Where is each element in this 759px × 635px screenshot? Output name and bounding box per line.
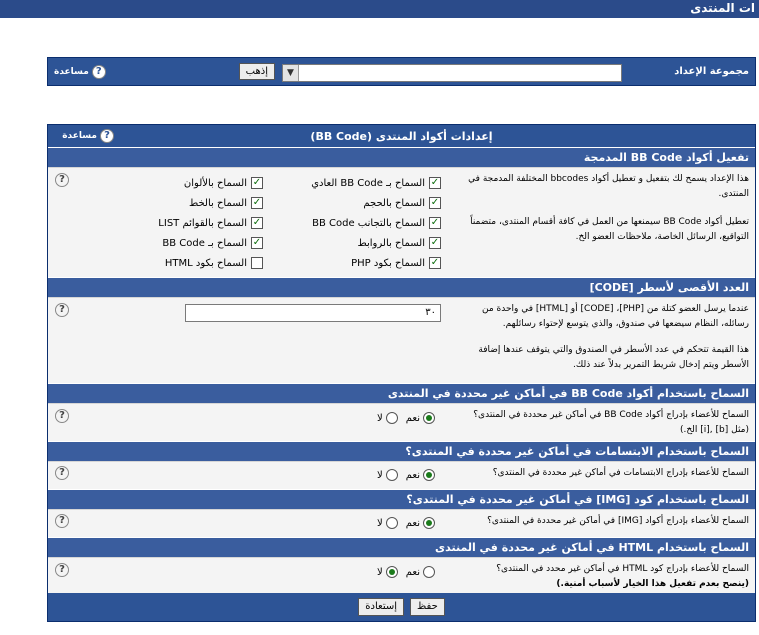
setting-description: السماح للأعضاء بإدراج أكواد BB Code في أ… bbox=[473, 410, 749, 435]
yes-no-radio: نعم لا bbox=[377, 469, 435, 481]
setting-group-selected: إعدادات أكواد المنتدى (BB Code) bbox=[451, 67, 617, 78]
checkbox-font[interactable]: ✓ السماح بالخط bbox=[189, 197, 263, 209]
setting-row: السماح للأعضاء بإدراج أكواد BB Code في أ… bbox=[48, 403, 755, 441]
setting-description: هذا القيمة تتحكم في عدد الأسطر في الصندو… bbox=[478, 345, 749, 370]
checkbox-grid: ✓ السماح بـ BB Code العادي ✓ السماح بالألو… bbox=[72, 168, 455, 277]
checkbox[interactable]: ✓ bbox=[429, 217, 441, 229]
max-code-lines-input[interactable]: ٣٠ bbox=[185, 304, 441, 322]
checkbox-links[interactable]: ✓ السماح بالروابط bbox=[358, 237, 441, 249]
checkbox-lists[interactable]: ✓ السماح بالقوائم LIST bbox=[158, 217, 263, 229]
section-heading: السماح باستخدام كود [IMG] في أماكن غير م… bbox=[48, 489, 755, 509]
setting-row: السماح للأعضاء بإدراج كود HTML في أماكن … bbox=[48, 557, 755, 593]
yes-no-radio: نعم لا bbox=[377, 566, 435, 578]
radio-yes[interactable] bbox=[423, 517, 435, 529]
setting-description: تعطيل أكواد BB Code سيمنعها من العمل في … bbox=[470, 217, 749, 242]
checkbox-normal-bbcode[interactable]: ✓ السماح بـ BB Code العادي bbox=[311, 177, 441, 189]
section-heading: السماح باستخدام أكواد BB Code في أماكن غ… bbox=[48, 383, 755, 403]
help-icon[interactable]: ? bbox=[100, 129, 115, 143]
help-icon[interactable]: ? bbox=[55, 466, 69, 480]
setting-row: السماح للأعضاء بإدراج الابتسامات في أماك… bbox=[48, 461, 755, 489]
checkbox[interactable]: ✓ bbox=[251, 237, 263, 249]
setting-group-label: مجموعة الإعداد bbox=[674, 66, 749, 77]
checkbox-html[interactable]: السماح بكود HTML bbox=[165, 257, 263, 269]
go-button[interactable]: إذهب bbox=[238, 63, 275, 80]
chevron-down-icon[interactable]: ▼ bbox=[283, 65, 299, 81]
help-icon[interactable]: ? bbox=[55, 303, 69, 317]
help-icon[interactable]: ? bbox=[55, 173, 69, 187]
checkbox-size[interactable]: ✓ السماح بالحجم bbox=[363, 197, 441, 209]
help-icon[interactable]: ? bbox=[55, 409, 69, 423]
form-footer: حفظ إستعادة bbox=[48, 593, 755, 621]
bbcode-settings-panel: إعدادات أكواد المنتدى (BB Code) ? مساعدة… bbox=[47, 124, 756, 622]
help-icon[interactable]: ? bbox=[91, 64, 106, 79]
setting-description: عندما يرسل العضو كتلة من [PHP]، [CODE] أ… bbox=[481, 304, 749, 329]
section-heading: السماح باستخدام HTML في أماكن غير محددة … bbox=[48, 537, 755, 557]
setting-description: السماح للأعضاء بإدراج كود HTML في أماكن … bbox=[496, 564, 749, 574]
section-heading: تفعيل أكواد BB Code المدمجة bbox=[48, 147, 755, 167]
setting-description: السماح للأعضاء بإدراج أكواد [IMG] في أما… bbox=[487, 516, 749, 526]
radio-no[interactable] bbox=[385, 412, 398, 424]
radio-yes[interactable] bbox=[423, 412, 435, 424]
checkbox[interactable]: ✓ bbox=[429, 237, 441, 249]
radio-yes[interactable] bbox=[423, 469, 435, 481]
checkbox[interactable]: ✓ bbox=[251, 177, 263, 189]
checkbox[interactable]: ✓ bbox=[429, 177, 441, 189]
radio-no[interactable] bbox=[385, 469, 398, 481]
help-link[interactable]: ? مساعدة bbox=[54, 64, 106, 79]
panel-title: إعدادات أكواد المنتدى (BB Code) bbox=[310, 129, 493, 143]
checkbox[interactable] bbox=[251, 257, 263, 269]
page-title: ات المنتدى bbox=[0, 0, 759, 18]
setting-group-select[interactable]: ▼ إعدادات أكواد المنتدى (BB Code) bbox=[282, 64, 622, 82]
radio-no[interactable] bbox=[385, 517, 398, 529]
yes-no-radio: نعم لا bbox=[377, 517, 435, 529]
setting-row: هذا الإعداد يسمح لك بتفعيل و تعطيل أكواد… bbox=[48, 167, 755, 277]
section-heading: العدد الأقصى لأسطر [CODE] bbox=[48, 277, 755, 297]
checkbox-php[interactable]: ✓ السماح بكود PHP bbox=[351, 257, 441, 269]
help-icon[interactable]: ? bbox=[55, 563, 69, 577]
setting-row: عندما يرسل العضو كتلة من [PHP]، [CODE] أ… bbox=[48, 297, 755, 383]
setting-description: هذا الإعداد يسمح لك بتفعيل و تعطيل أكواد… bbox=[468, 174, 749, 199]
help-link[interactable]: ? مساعدة bbox=[54, 129, 115, 143]
section-heading: السماح باستخدام الابتسامات في أماكن غير … bbox=[48, 441, 755, 461]
setting-row: السماح للأعضاء بإدراج أكواد [IMG] في أما… bbox=[48, 509, 755, 537]
security-warning: (ينصح بعدم تفعيل هذا الخيار لأسباب أمنية… bbox=[556, 579, 749, 589]
radio-no[interactable] bbox=[385, 566, 398, 578]
checkbox-alignment[interactable]: ✓ السماح بالتجانب BB Code bbox=[312, 217, 441, 229]
checkbox[interactable]: ✓ bbox=[251, 197, 263, 209]
checkbox[interactable]: ✓ bbox=[251, 217, 263, 229]
yes-no-radio: نعم لا bbox=[377, 412, 435, 424]
checkbox[interactable]: ✓ bbox=[429, 197, 441, 209]
checkbox-code[interactable]: ✓ السماح بـ BB Code bbox=[162, 237, 263, 249]
checkbox-colors[interactable]: ✓ السماح بالألوان bbox=[184, 177, 263, 189]
save-button[interactable]: حفظ bbox=[410, 598, 445, 616]
setting-description: السماح للأعضاء بإدراج الابتسامات في أماك… bbox=[492, 468, 749, 478]
setting-group-panel: مجموعة الإعداد ▼ إعدادات أكواد المنتدى (… bbox=[47, 57, 756, 86]
reset-button[interactable]: إستعادة bbox=[358, 598, 405, 616]
radio-yes[interactable] bbox=[423, 566, 435, 578]
help-icon[interactable]: ? bbox=[55, 514, 69, 528]
checkbox[interactable]: ✓ bbox=[429, 257, 441, 269]
